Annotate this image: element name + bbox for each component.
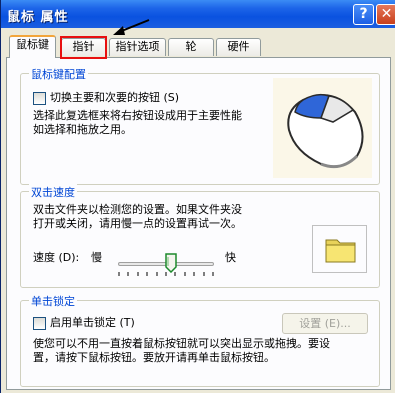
speed-slider-thumb[interactable] [165, 253, 177, 273]
button-config-desc-1: 选择此复选框来将右按钮设成用于主要性能 [33, 109, 242, 122]
button-config-legend: 鼠标键配置 [29, 66, 88, 82]
close-button[interactable]: ✕ [376, 4, 395, 25]
mouse-properties-window: 鼠标 属性 ? ✕ 鼠标键 指针 指针选项 轮 硬件 鼠标键配置 切换主要和次要… [0, 0, 395, 393]
click-lock-legend: 单击锁定 [29, 293, 77, 309]
pointer-tab-highlight-box [60, 36, 107, 59]
title-bar[interactable]: 鼠标 属性 ? ✕ [1, 0, 395, 28]
click-lock-settings-button[interactable]: 设置 (E)... [282, 313, 368, 334]
click-lock-desc-2: 置，请按下鼠标按钮。要放开请再单击鼠标按钮。 [33, 351, 275, 364]
test-folder-area[interactable] [312, 225, 367, 273]
help-button[interactable]: ? [353, 4, 374, 25]
fast-label: 快 [225, 251, 236, 264]
mouse-preview [273, 78, 372, 178]
folder-icon[interactable] [313, 226, 368, 274]
mouse-right-primary-icon [287, 93, 364, 169]
click-lock-desc-1: 使您可以不用一直按着鼠标按钮就可以突出显示或拖拽。要设 [33, 337, 330, 350]
tab-pointer-options[interactable]: 指针选项 [109, 38, 166, 56]
arrow-annotation-icon [113, 19, 150, 35]
switch-buttons-label[interactable]: 切换主要和次要的按钮 (S) [50, 91, 179, 105]
double-click-legend: 双击速度 [29, 184, 77, 200]
speed-label: 速度 (D): [33, 251, 80, 264]
double-click-desc-1: 双击文件夹以检测您的设置。如果文件夹没 [33, 203, 242, 216]
tab-hardware[interactable]: 硬件 [216, 38, 261, 56]
click-lock-checkbox[interactable] [33, 317, 46, 330]
slow-label: 慢 [91, 251, 102, 264]
switch-buttons-checkbox[interactable] [33, 92, 46, 105]
tab-mouse-buttons[interactable]: 鼠标键 [9, 35, 56, 58]
tab-wheel[interactable]: 轮 [168, 38, 214, 56]
double-click-desc-2: 打开或关闭，请用慢一点的设置再试一次。 [33, 217, 242, 230]
click-lock-label[interactable]: 启用单击锁定 (T) [50, 316, 135, 330]
button-config-desc-2: 如选择和拖放之用。 [33, 123, 132, 136]
window-title: 鼠标 属性 [7, 10, 69, 25]
